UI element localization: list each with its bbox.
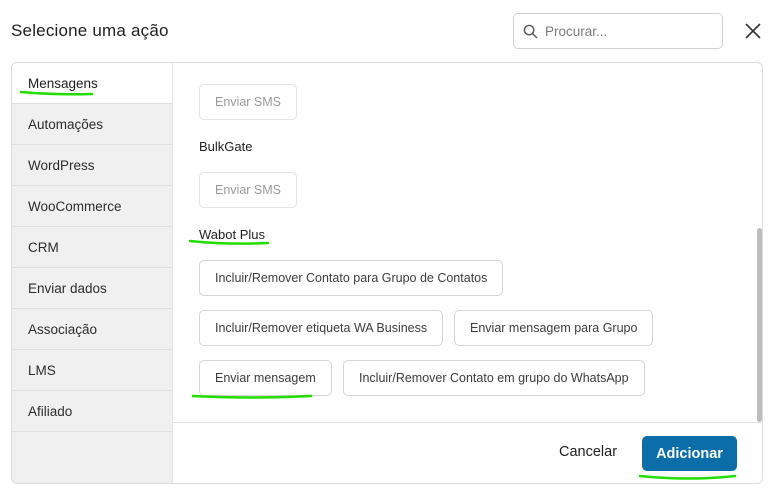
sidebar-item-enviar-dados[interactable]: Enviar dados <box>12 268 172 309</box>
sidebar-item-mensagens[interactable]: Mensagens <box>12 63 172 104</box>
cancel-button[interactable]: Cancelar <box>559 444 617 460</box>
dialog-header: Selecione uma ação <box>0 0 775 62</box>
sidebar-item-lms[interactable]: LMS <box>12 350 172 391</box>
sidebar-item-label: Mensagens <box>28 75 98 91</box>
action-enviar-mensagem[interactable]: Enviar mensagem <box>199 360 332 396</box>
action-incluir-remover-contato-whatsapp[interactable]: Incluir/Remover Contato em grupo do What… <box>343 360 645 396</box>
sidebar-item-label: Automações <box>28 116 104 132</box>
action-incluir-remover-contato-grupo[interactable]: Incluir/Remover Contato para Grupo de Co… <box>199 260 504 296</box>
sidebar-item-label: Afiliado <box>28 403 73 419</box>
action-bulkgate-enviar-sms[interactable]: Enviar SMS <box>199 172 297 208</box>
sidebar-item-label: WordPress <box>28 157 95 173</box>
sidebar-item-label: WooCommerce <box>28 198 122 214</box>
sidebar-item-afiliado[interactable]: Afiliado <box>12 391 172 432</box>
category-sidebar: Mensagens Automações WordPress WooCommer… <box>12 63 173 483</box>
sidebar-item-wordpress[interactable]: WordPress <box>12 145 172 186</box>
sidebar-item-crm[interactable]: CRM <box>12 227 172 268</box>
sidebar-item-woocommerce[interactable]: WooCommerce <box>12 186 172 227</box>
sidebar-item-automacoes[interactable]: Automações <box>12 104 172 145</box>
search-input[interactable] <box>545 23 705 39</box>
action-incluir-remover-etiqueta[interactable]: Incluir/Remover etiqueta WA Business <box>199 310 444 346</box>
add-button[interactable]: Adicionar <box>642 436 737 471</box>
dialog-footer: Cancelar Adicionar <box>173 422 762 483</box>
sidebar-item-label: Associação <box>28 321 98 337</box>
sidebar-item-label: Enviar dados <box>28 280 107 296</box>
dialog-title: Selecione uma ação <box>11 21 169 40</box>
close-icon[interactable] <box>744 22 762 40</box>
actions-list: Enviar SMS BulkGate Enviar SMS Wabot Plu… <box>173 63 762 422</box>
sidebar-item-label: CRM <box>28 239 59 255</box>
group-label-wabot-plus: Wabot Plus <box>199 227 265 242</box>
dialog-body: Mensagens Automações WordPress WooCommer… <box>11 62 763 484</box>
sidebar-item-associacao[interactable]: Associação <box>12 309 172 350</box>
group-label-bulkgate: BulkGate <box>199 139 253 154</box>
action-enviar-mensagem-grupo[interactable]: Enviar mensagem para Grupo <box>454 310 654 346</box>
sidebar-item-label: LMS <box>28 362 56 378</box>
search-box[interactable] <box>513 13 723 49</box>
action-enviar-sms-top[interactable]: Enviar SMS <box>199 84 297 120</box>
search-icon <box>523 24 538 38</box>
scrollbar-thumb[interactable] <box>757 228 762 422</box>
